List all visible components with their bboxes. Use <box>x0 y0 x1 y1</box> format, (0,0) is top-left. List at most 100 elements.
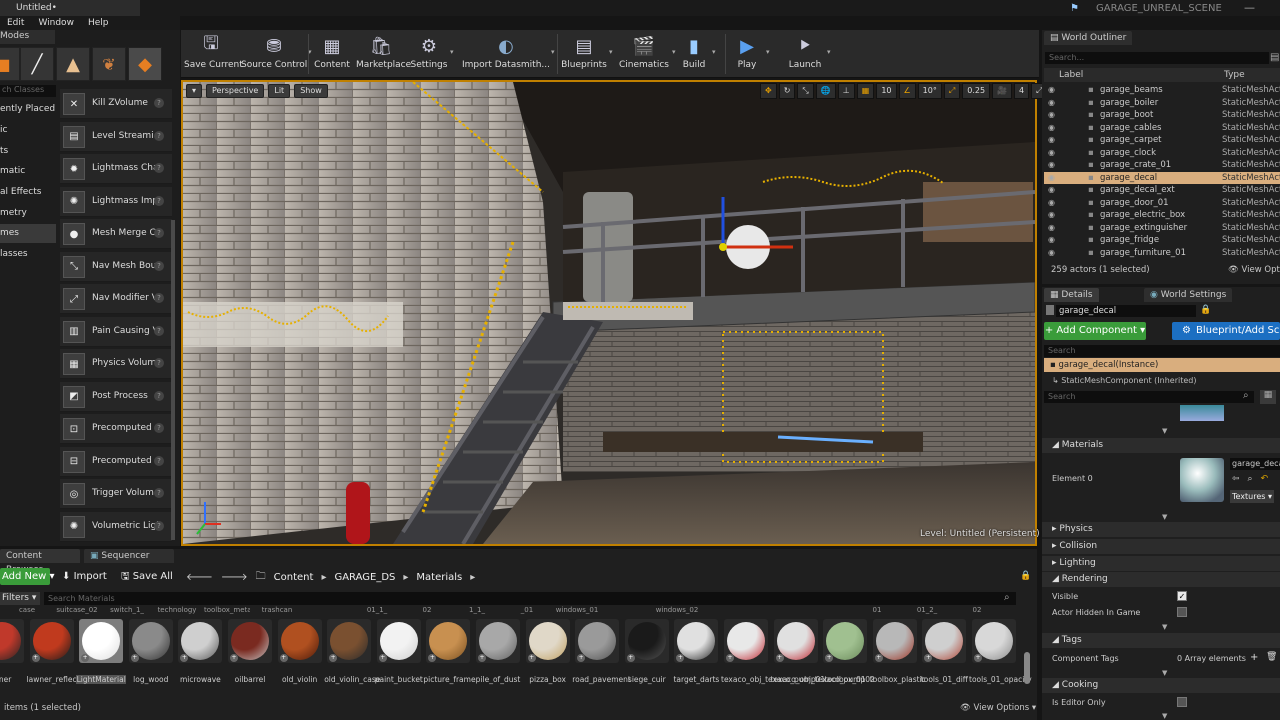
visibility-eye-icon[interactable]: ◉ <box>1048 147 1055 160</box>
asset-thumbnail[interactable]: + <box>426 619 471 663</box>
scale-snap-icon[interactable]: ⤢ <box>943 83 961 99</box>
component-search-input[interactable]: Search <box>1044 345 1280 357</box>
visibility-eye-icon[interactable]: ◉ <box>1048 184 1055 197</box>
asset-thumbnail[interactable]: + <box>476 619 520 663</box>
collapse-arrow-icon[interactable]: ▼ <box>1162 712 1167 720</box>
placeable-precomputed-visibility[interactable]: ⊡ Precomputed? <box>60 414 172 444</box>
section-cooking[interactable]: ◢ Cooking <box>1042 678 1280 693</box>
asset-thumbnail[interactable]: + <box>823 619 868 663</box>
placeable-lightmass-importance[interactable]: ✺ Lightmass Imp? <box>60 186 172 217</box>
collapse-arrow-icon[interactable]: ▼ <box>1162 513 1167 521</box>
category-recently-placed[interactable]: ently Placed <box>0 100 56 119</box>
category-volumes[interactable]: mes <box>0 224 56 243</box>
breadcrumb-garage-ds[interactable]: GARAGE_DS <box>334 572 395 583</box>
outliner-row[interactable]: ◉ ▪ garage_furniture_01 StaticMeshActo <box>1044 247 1280 260</box>
visibility-eye-icon[interactable]: ◉ <box>1048 234 1055 247</box>
visibility-eye-icon[interactable]: ◉ <box>1048 247 1055 260</box>
add-element-icon[interactable]: + <box>1250 652 1258 663</box>
reset-icon[interactable]: ↶ <box>1261 474 1269 484</box>
geometry-mode-icon[interactable]: ◆ <box>128 47 162 81</box>
visibility-eye-icon[interactable]: ◉ <box>1048 197 1055 210</box>
search-icon[interactable]: ⌕ <box>1004 592 1010 603</box>
visibility-eye-icon[interactable]: ◉ <box>1048 97 1055 110</box>
asset-thumbnail[interactable]: + <box>624 619 669 663</box>
tab-content-browser[interactable]: Content Browser <box>0 549 80 575</box>
asset-thumbnail[interactable]: + <box>872 619 917 663</box>
back-icon[interactable]: 🡐 <box>186 571 213 583</box>
visibility-eye-icon[interactable]: ◉ <box>1048 134 1055 147</box>
lock-icon[interactable]: 🔒 <box>1200 305 1211 315</box>
visibility-eye-icon[interactable]: ◉ <box>1048 159 1055 172</box>
help-icon[interactable]: ? <box>154 163 164 173</box>
toolbar-dropdown-icon[interactable]: ▾ <box>766 48 770 56</box>
grid-snap-value[interactable]: 10 <box>876 83 897 99</box>
editor-only-checkbox[interactable] <box>1177 697 1187 707</box>
toolbar-dropdown-icon[interactable]: ▾ <box>672 48 676 56</box>
blueprint-script-button[interactable]: ⚙ Blueprint/Add Scri <box>1172 322 1280 340</box>
help-icon[interactable]: ? <box>154 260 164 271</box>
placeable-kill-volume[interactable]: ✕ Kill ZVolume? <box>60 89 172 119</box>
section-collision[interactable]: ▸ Collision <box>1042 539 1280 554</box>
use-selected-icon[interactable]: ⇦ <box>1232 474 1240 484</box>
material-name-field[interactable]: garage_decal <box>1230 458 1280 470</box>
toolbar-blueprints-button[interactable]: ▤ Blueprints <box>560 34 608 74</box>
rotation-snap-icon[interactable]: ∠ <box>898 83 916 99</box>
asset-thumbnail[interactable]: + <box>674 619 719 663</box>
section-rendering[interactable]: ◢ Rendering <box>1042 572 1280 587</box>
visibility-eye-icon[interactable]: ◉ <box>1048 222 1055 235</box>
asset-thumbnail[interactable]: + <box>922 619 967 663</box>
tab-details[interactable]: ▦ Details <box>1044 288 1099 302</box>
section-physics[interactable]: ▸ Physics <box>1042 522 1280 537</box>
visibility-eye-icon[interactable]: ◉ <box>1048 122 1055 135</box>
category-lights[interactable]: ts <box>0 142 56 161</box>
collapse-arrow-icon[interactable]: ▼ <box>1162 669 1167 677</box>
asset-thumbnail[interactable]: + <box>376 619 421 663</box>
move-tool-icon[interactable]: ✥ <box>760 83 777 99</box>
placeable-lightmass-character[interactable]: ✹ Lightmass Cha? <box>60 154 172 184</box>
outliner-search-input[interactable]: Search... <box>1045 52 1269 64</box>
toolbar-build-button[interactable]: ▮ Build <box>677 34 711 74</box>
camera-speed-value[interactable]: 4 <box>1014 83 1030 99</box>
help-icon[interactable]: ? <box>154 325 164 336</box>
forward-icon[interactable]: 🡒 <box>221 571 248 583</box>
outliner-row[interactable]: ◉ ▪ garage_clock StaticMeshActo <box>1044 147 1280 160</box>
tab-world-outliner[interactable]: ▤ World Outliner <box>1044 31 1133 45</box>
asset-thumbnail[interactable]: + <box>724 619 768 663</box>
modes-scrollbar[interactable] <box>171 220 175 540</box>
outliner-view-options[interactable]: 👁 View Options <box>1228 265 1280 275</box>
outliner-row[interactable]: ◉ ▪ garage_boiler StaticMeshActo <box>1044 97 1280 110</box>
placeable-mesh-merge[interactable]: ● Mesh Merge Culli? <box>60 219 172 249</box>
search-classes-input[interactable]: ch Classes <box>0 85 56 97</box>
outliner-row[interactable]: ◉ ▪ garage_door_01 StaticMeshActo <box>1044 197 1280 210</box>
section-materials[interactable]: ◢ Materials <box>1042 438 1280 453</box>
outliner-row[interactable]: ◉ ▪ garage_decal_ext StaticMeshActo <box>1044 184 1280 197</box>
outliner-row[interactable]: ◉ ▪ garage_boot StaticMeshActo <box>1044 109 1280 122</box>
outliner-settings-icon[interactable]: ▤ <box>1270 52 1279 63</box>
lock-icon[interactable]: 🔒 <box>1020 571 1031 581</box>
collapse-arrow-icon[interactable]: ▼ <box>1162 623 1167 631</box>
visibility-eye-icon[interactable]: ◉ <box>1048 172 1055 185</box>
tab-sequencer[interactable]: ▣ Sequencer <box>84 549 174 563</box>
placeable-level-streaming[interactable]: ▤ Level Streami? <box>60 121 172 152</box>
outliner-row[interactable]: ◉ ▪ garage_extinguisher StaticMeshActo <box>1044 222 1280 235</box>
material-thumbnail[interactable] <box>1180 458 1224 502</box>
breadcrumb-materials[interactable]: Materials <box>416 572 462 583</box>
tab-world-settings[interactable]: ◉ World Settings <box>1144 288 1233 302</box>
landscape-mode-icon[interactable]: ▲ <box>56 47 90 81</box>
surface-snap-icon[interactable]: ⊥ <box>837 83 855 99</box>
toolbar-launch-button[interactable]: ⯈ Launch <box>784 34 826 74</box>
foliage-mode-icon[interactable]: ❦ <box>92 47 126 81</box>
col-type[interactable]: Type <box>1224 70 1245 80</box>
asset-thumbnail[interactable]: + <box>79 619 124 663</box>
toolbar-source-control-button[interactable]: ⛃ Source Control <box>241 34 307 74</box>
viewport-options-button[interactable]: ▾ <box>186 84 203 98</box>
visibility-eye-icon[interactable]: ◉ <box>1048 84 1055 97</box>
help-icon[interactable]: ? <box>154 488 164 498</box>
help-icon[interactable]: ? <box>154 98 164 108</box>
asset-thumbnail[interactable]: + <box>0 619 24 663</box>
toolbar-dropdown-icon[interactable]: ▾ <box>712 48 716 56</box>
actor-name-field[interactable]: garage_decal <box>1056 305 1196 317</box>
scale-snap-value[interactable]: 0.25 <box>962 83 991 99</box>
asset-thumbnail[interactable]: + <box>773 619 818 663</box>
toolbar-play-button[interactable]: ▶ Play <box>729 34 765 74</box>
